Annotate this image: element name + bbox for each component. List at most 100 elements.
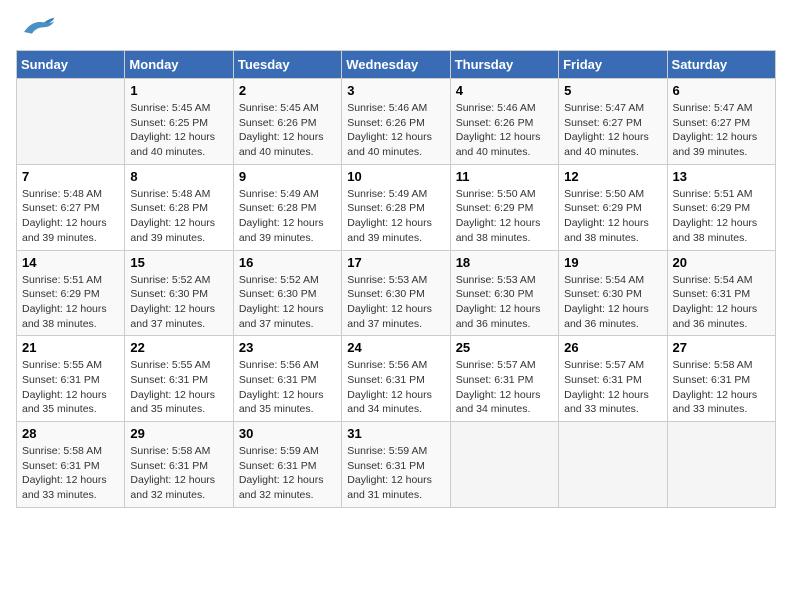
day-info: Sunrise: 5:46 AM Sunset: 6:26 PM Dayligh… bbox=[347, 101, 444, 160]
day-number: 28 bbox=[22, 426, 119, 441]
day-number: 11 bbox=[456, 169, 553, 184]
calendar-cell: 9 Sunrise: 5:49 AM Sunset: 6:28 PM Daylig… bbox=[233, 164, 341, 250]
calendar-cell: 23Sunrise: 5:56 AM Sunset: 6:31 PM Dayli… bbox=[233, 336, 341, 422]
calendar-cell: 7 Sunrise: 5:48 AM Sunset: 6:27 PM Daylig… bbox=[17, 164, 125, 250]
calendar-week-row: 1 Sunrise: 5:45 AM Sunset: 6:25 PM Daylig… bbox=[17, 79, 776, 165]
day-info: Sunrise: 5:47 AM Sunset: 6:27 PM Dayligh… bbox=[564, 101, 661, 160]
day-number: 26 bbox=[564, 340, 661, 355]
calendar-cell bbox=[17, 79, 125, 165]
calendar-week-row: 14 Sunrise: 5:51 AM Sunset: 6:29 PM Dayli… bbox=[17, 250, 776, 336]
day-info: Sunrise: 5:48 AM Sunset: 6:27 PM Dayligh… bbox=[22, 187, 119, 246]
day-number: 20 bbox=[673, 255, 770, 270]
day-number: 22 bbox=[130, 340, 227, 355]
day-info: Sunrise: 5:45 AM Sunset: 6:26 PM Dayligh… bbox=[239, 101, 336, 160]
day-number: 16 bbox=[239, 255, 336, 270]
calendar-cell: 10 Sunrise: 5:49 AM Sunset: 6:28 PM Dayli… bbox=[342, 164, 450, 250]
day-number: 18 bbox=[456, 255, 553, 270]
calendar-day-header: Saturday bbox=[667, 51, 775, 79]
calendar-cell: 22 Sunrise: 5:55 AM Sunset: 6:31 PM Dayli… bbox=[125, 336, 233, 422]
day-info: Sunrise: 5:46 AM Sunset: 6:26 PM Dayligh… bbox=[456, 101, 553, 160]
calendar-cell: 4 Sunrise: 5:46 AM Sunset: 6:26 PM Daylig… bbox=[450, 79, 558, 165]
day-info: Sunrise: 5:56 AM Sunset: 6:31 PM Dayligh… bbox=[347, 358, 444, 417]
calendar-week-row: 28 Sunrise: 5:58 AM Sunset: 6:31 PM Dayli… bbox=[17, 422, 776, 508]
day-info: Sunrise: 5:49 AM Sunset: 6:28 PM Dayligh… bbox=[239, 187, 336, 246]
day-number: 9 bbox=[239, 169, 336, 184]
day-number: 7 bbox=[22, 169, 119, 184]
calendar-cell bbox=[450, 422, 558, 508]
calendar-week-row: 7 Sunrise: 5:48 AM Sunset: 6:27 PM Daylig… bbox=[17, 164, 776, 250]
day-number: 13 bbox=[673, 169, 770, 184]
day-number: 17 bbox=[347, 255, 444, 270]
day-info: Sunrise: 5:54 AM Sunset: 6:30 PM Dayligh… bbox=[564, 273, 661, 332]
calendar-cell: 17 Sunrise: 5:53 AM Sunset: 6:30 PM Dayli… bbox=[342, 250, 450, 336]
calendar-cell: 31 Sunrise: 5:59 AM Sunset: 6:31 PM Dayli… bbox=[342, 422, 450, 508]
calendar-table: SundayMondayTuesdayWednesdayThursdayFrid… bbox=[16, 50, 776, 508]
day-info: Sunrise: 5:58 AM Sunset: 6:31 PM Dayligh… bbox=[673, 358, 770, 417]
day-number: 3 bbox=[347, 83, 444, 98]
day-info: Sunrise: 5:53 AM Sunset: 6:30 PM Dayligh… bbox=[456, 273, 553, 332]
day-number: 6 bbox=[673, 83, 770, 98]
day-info: Sunrise: 5:59 AM Sunset: 6:31 PM Dayligh… bbox=[239, 444, 336, 503]
day-info: Sunrise: 5:59 AM Sunset: 6:31 PM Dayligh… bbox=[347, 444, 444, 503]
day-info: Sunrise: 5:50 AM Sunset: 6:29 PM Dayligh… bbox=[456, 187, 553, 246]
calendar-cell: 8 Sunrise: 5:48 AM Sunset: 6:28 PM Daylig… bbox=[125, 164, 233, 250]
day-number: 24 bbox=[347, 340, 444, 355]
logo bbox=[16, 16, 56, 40]
day-info: Sunrise: 5:54 AM Sunset: 6:31 PM Dayligh… bbox=[673, 273, 770, 332]
day-info: Sunrise: 5:55 AM Sunset: 6:31 PM Dayligh… bbox=[130, 358, 227, 417]
day-number: 23 bbox=[239, 340, 336, 355]
calendar-day-header: Friday bbox=[559, 51, 667, 79]
calendar-cell: 28 Sunrise: 5:58 AM Sunset: 6:31 PM Dayli… bbox=[17, 422, 125, 508]
day-number: 14 bbox=[22, 255, 119, 270]
day-number: 4 bbox=[456, 83, 553, 98]
day-info: Sunrise: 5:47 AM Sunset: 6:27 PM Dayligh… bbox=[673, 101, 770, 160]
calendar-cell: 21Sunrise: 5:55 AM Sunset: 6:31 PM Dayli… bbox=[17, 336, 125, 422]
day-number: 25 bbox=[456, 340, 553, 355]
day-info: Sunrise: 5:50 AM Sunset: 6:29 PM Dayligh… bbox=[564, 187, 661, 246]
calendar-cell: 30 Sunrise: 5:59 AM Sunset: 6:31 PM Dayli… bbox=[233, 422, 341, 508]
calendar-cell: 13Sunrise: 5:51 AM Sunset: 6:29 PM Dayli… bbox=[667, 164, 775, 250]
day-number: 5 bbox=[564, 83, 661, 98]
calendar-cell bbox=[667, 422, 775, 508]
calendar-day-header: Tuesday bbox=[233, 51, 341, 79]
calendar-cell: 6 Sunrise: 5:47 AM Sunset: 6:27 PM Daylig… bbox=[667, 79, 775, 165]
day-number: 27 bbox=[673, 340, 770, 355]
calendar-cell: 20 Sunrise: 5:54 AM Sunset: 6:31 PM Dayli… bbox=[667, 250, 775, 336]
day-info: Sunrise: 5:48 AM Sunset: 6:28 PM Dayligh… bbox=[130, 187, 227, 246]
day-number: 31 bbox=[347, 426, 444, 441]
day-info: Sunrise: 5:53 AM Sunset: 6:30 PM Dayligh… bbox=[347, 273, 444, 332]
day-info: Sunrise: 5:49 AM Sunset: 6:28 PM Dayligh… bbox=[347, 187, 444, 246]
calendar-cell: 24 Sunrise: 5:56 AM Sunset: 6:31 PM Dayli… bbox=[342, 336, 450, 422]
day-info: Sunrise: 5:55 AM Sunset: 6:31 PM Dayligh… bbox=[22, 358, 119, 417]
calendar-day-header: Thursday bbox=[450, 51, 558, 79]
calendar-cell: 5 Sunrise: 5:47 AM Sunset: 6:27 PM Daylig… bbox=[559, 79, 667, 165]
day-number: 19 bbox=[564, 255, 661, 270]
calendar-day-header: Monday bbox=[125, 51, 233, 79]
calendar-cell: 2 Sunrise: 5:45 AM Sunset: 6:26 PM Daylig… bbox=[233, 79, 341, 165]
day-number: 8 bbox=[130, 169, 227, 184]
day-info: Sunrise: 5:52 AM Sunset: 6:30 PM Dayligh… bbox=[130, 273, 227, 332]
calendar-cell: 19 Sunrise: 5:54 AM Sunset: 6:30 PM Dayli… bbox=[559, 250, 667, 336]
day-info: Sunrise: 5:51 AM Sunset: 6:29 PM Dayligh… bbox=[22, 273, 119, 332]
calendar-cell: 1 Sunrise: 5:45 AM Sunset: 6:25 PM Daylig… bbox=[125, 79, 233, 165]
day-number: 30 bbox=[239, 426, 336, 441]
day-info: Sunrise: 5:45 AM Sunset: 6:25 PM Dayligh… bbox=[130, 101, 227, 160]
calendar-week-row: 21Sunrise: 5:55 AM Sunset: 6:31 PM Dayli… bbox=[17, 336, 776, 422]
calendar-cell: 12Sunrise: 5:50 AM Sunset: 6:29 PM Dayli… bbox=[559, 164, 667, 250]
calendar-cell: 26Sunrise: 5:57 AM Sunset: 6:31 PM Dayli… bbox=[559, 336, 667, 422]
day-number: 2 bbox=[239, 83, 336, 98]
day-info: Sunrise: 5:58 AM Sunset: 6:31 PM Dayligh… bbox=[22, 444, 119, 503]
calendar-header-row: SundayMondayTuesdayWednesdayThursdayFrid… bbox=[17, 51, 776, 79]
day-number: 15 bbox=[130, 255, 227, 270]
calendar-cell: 29 Sunrise: 5:58 AM Sunset: 6:31 PM Dayli… bbox=[125, 422, 233, 508]
day-number: 1 bbox=[130, 83, 227, 98]
calendar-cell: 25 Sunrise: 5:57 AM Sunset: 6:31 PM Dayli… bbox=[450, 336, 558, 422]
calendar-cell: 18 Sunrise: 5:53 AM Sunset: 6:30 PM Dayli… bbox=[450, 250, 558, 336]
day-info: Sunrise: 5:57 AM Sunset: 6:31 PM Dayligh… bbox=[456, 358, 553, 417]
calendar-cell: 27 Sunrise: 5:58 AM Sunset: 6:31 PM Dayli… bbox=[667, 336, 775, 422]
day-number: 10 bbox=[347, 169, 444, 184]
day-info: Sunrise: 5:58 AM Sunset: 6:31 PM Dayligh… bbox=[130, 444, 227, 503]
day-number: 29 bbox=[130, 426, 227, 441]
page-header bbox=[16, 16, 776, 40]
calendar-cell: 11 Sunrise: 5:50 AM Sunset: 6:29 PM Dayli… bbox=[450, 164, 558, 250]
